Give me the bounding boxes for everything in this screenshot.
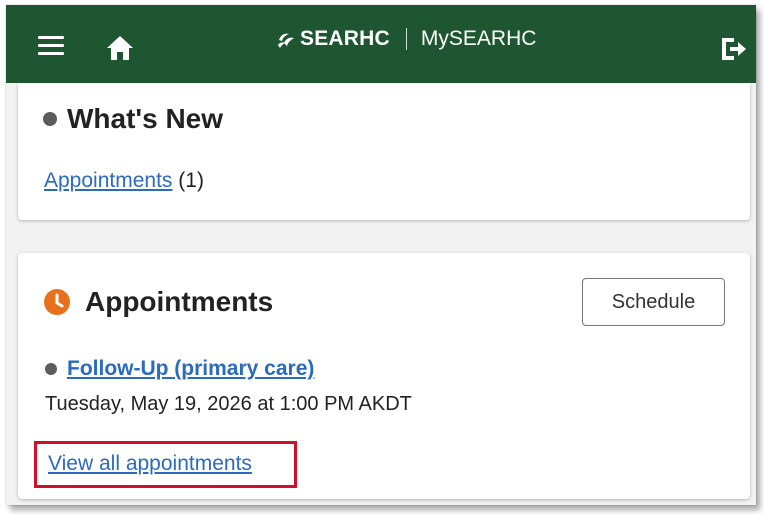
menu-icon bbox=[38, 36, 68, 55]
highlight-box: View all appointments bbox=[34, 441, 297, 488]
top-navigation-bar: SEARHC MySEARHC bbox=[6, 5, 756, 83]
appointment-link[interactable]: Follow-Up (primary care) bbox=[67, 357, 314, 381]
bullet-icon bbox=[43, 112, 57, 126]
app-name: MySEARHC bbox=[420, 27, 537, 50]
app-frame: SEARHC MySEARHC What's New Appointments … bbox=[6, 5, 756, 505]
brand-name: SEARHC bbox=[300, 27, 390, 50]
appointments-card: Appointments Schedule Follow-Up (primary… bbox=[18, 253, 750, 499]
menu-button[interactable] bbox=[38, 36, 68, 58]
whats-new-appointments-link[interactable]: Appointments bbox=[44, 169, 172, 192]
whats-new-header: What's New bbox=[43, 103, 223, 135]
whats-new-item: Appointments (1) bbox=[44, 169, 204, 193]
bullet-icon bbox=[45, 363, 57, 375]
appointment-item: Follow-Up (primary care) bbox=[45, 357, 314, 381]
appointment-datetime: Tuesday, May 19, 2026 at 1:00 PM AKDT bbox=[45, 393, 412, 415]
leaf-logo-icon bbox=[278, 33, 294, 48]
appointments-title: Appointments bbox=[85, 286, 274, 317]
home-button[interactable] bbox=[104, 33, 136, 63]
whats-new-appointments-count: (1) bbox=[178, 169, 204, 192]
whats-new-title: What's New bbox=[67, 103, 224, 134]
schedule-button[interactable]: Schedule bbox=[582, 278, 725, 326]
appointments-header: Appointments bbox=[43, 286, 273, 318]
brand: SEARHC MySEARHC bbox=[276, 25, 536, 53]
logout-icon bbox=[722, 38, 746, 60]
clock-icon bbox=[44, 289, 70, 315]
logout-button[interactable] bbox=[718, 33, 750, 65]
home-icon bbox=[107, 36, 133, 60]
whats-new-card: What's New Appointments (1) bbox=[18, 83, 750, 220]
brand-divider bbox=[405, 28, 407, 50]
view-all-appointments-link[interactable]: View all appointments bbox=[48, 452, 252, 476]
